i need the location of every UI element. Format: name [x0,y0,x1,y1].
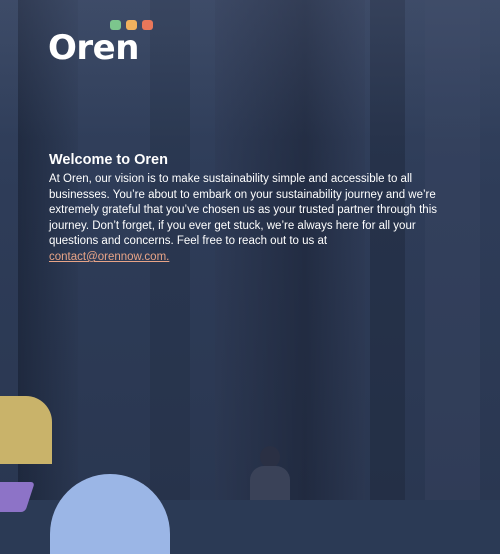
logo-dot-red [142,20,153,30]
hiker-figure [250,446,290,500]
logo-wordmark: Oren [48,28,139,68]
welcome-section: Welcome to Oren At Oren, our vision is t… [49,150,449,266]
contact-email-link[interactable]: contact@orennow.com. [49,251,169,263]
welcome-body-text: At Oren, our vision is to make sustainab… [49,173,438,248]
background-haze [0,0,500,140]
decorative-purple-shape [0,482,35,512]
decorative-yellow-shape [0,396,52,464]
welcome-title: Welcome to Oren [49,152,168,168]
welcome-body: At Oren, our vision is to make sustainab… [49,172,449,266]
